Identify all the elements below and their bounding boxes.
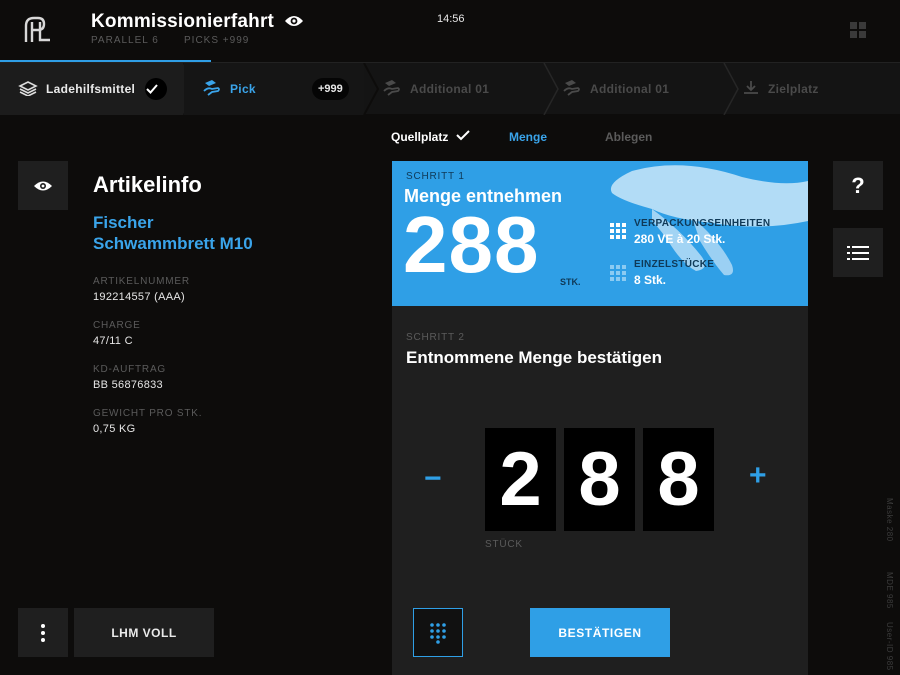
quantity-digit[interactable]: 8 bbox=[643, 428, 714, 531]
step2-title: Entnommene Menge bestätigen bbox=[406, 348, 662, 367]
grid-icon bbox=[610, 265, 626, 281]
page-title: Kommissionierfahrt bbox=[91, 11, 275, 32]
step-additional-1[interactable]: Additional 01 bbox=[364, 63, 544, 115]
keypad-icon bbox=[430, 622, 446, 644]
step2-label: SCHRITT 2 bbox=[406, 332, 465, 343]
field-value-charge: 47/11 C bbox=[93, 335, 133, 347]
eye-icon[interactable] bbox=[284, 13, 304, 29]
user-id-info: User-ID 985 bbox=[885, 622, 894, 671]
step-zielplatz[interactable]: Zielplatz bbox=[724, 63, 900, 115]
ve-label: VERPACKUNGSEINHEITEN bbox=[634, 218, 771, 229]
check-icon bbox=[145, 78, 168, 100]
lhm-voll-button[interactable]: LHM VOLL bbox=[74, 608, 214, 657]
logo-icon bbox=[20, 12, 56, 48]
quantity-digit[interactable]: 2 bbox=[485, 428, 556, 531]
download-icon bbox=[742, 80, 768, 99]
picks-count: PICKS +999 bbox=[184, 35, 250, 46]
grid-icon bbox=[610, 223, 626, 239]
clock: 14:56 bbox=[437, 13, 465, 25]
more-options-button[interactable] bbox=[18, 608, 68, 657]
tab-ablegen[interactable]: Ablegen bbox=[605, 130, 652, 144]
keypad-button[interactable] bbox=[413, 608, 463, 657]
grid-icon[interactable] bbox=[850, 22, 866, 38]
list-icon bbox=[847, 245, 869, 260]
field-label-charge: CHARGE bbox=[93, 320, 141, 331]
step-additional-2[interactable]: Additional 01 bbox=[544, 63, 724, 115]
step1-unit: STK. bbox=[560, 277, 581, 287]
quantity-digit[interactable]: 8 bbox=[564, 428, 635, 531]
check-icon bbox=[455, 130, 470, 141]
es-label: EINZELSTÜCKE bbox=[634, 259, 715, 270]
step-ladehilfsmittel[interactable]: Ladehilfsmittel bbox=[0, 63, 184, 115]
article-heading: Artikelinfo bbox=[93, 172, 202, 197]
help-button[interactable]: ? bbox=[833, 161, 883, 210]
step-ladehilfsmittel-label: Ladehilfsmittel bbox=[46, 82, 136, 96]
mde-info: MDE 985 bbox=[885, 572, 894, 609]
confirm-button[interactable]: BESTÄTIGEN bbox=[530, 608, 670, 657]
list-button[interactable] bbox=[833, 228, 883, 277]
article-name-line2: Schwammbrett M10 bbox=[93, 234, 253, 253]
quantity-unit: STÜCK bbox=[485, 539, 523, 550]
es-value: 8 Stk. bbox=[634, 273, 667, 287]
box-stack-icon bbox=[18, 80, 46, 99]
step-bar: Ladehilfsmittel Pick +999 Additional 01 … bbox=[0, 62, 900, 115]
field-value-kd-auftrag: BB 56876833 bbox=[93, 379, 163, 391]
field-label-kd-auftrag: KD-AUFTRAG bbox=[93, 364, 166, 375]
step1-quantity: 288 bbox=[403, 200, 540, 289]
field-label-artikelnummer: ARTIKELNUMMER bbox=[93, 276, 190, 287]
eye-icon bbox=[34, 181, 52, 190]
dots-vertical-icon bbox=[41, 623, 45, 642]
field-label-gewicht: GEWICHT PRO STK. bbox=[93, 408, 203, 419]
hand-pick-icon bbox=[202, 79, 230, 100]
field-value-artikelnummer: 192214557 (AAA) bbox=[93, 291, 185, 303]
step-pick-label: Pick bbox=[230, 82, 256, 96]
hand-pick-icon bbox=[382, 79, 410, 100]
parallel-count: PARALLEL 6 bbox=[91, 35, 159, 46]
hand-pick-icon bbox=[562, 79, 590, 100]
tab-menge[interactable]: Menge bbox=[509, 130, 547, 144]
article-name-line1: Fischer bbox=[93, 213, 154, 232]
tab-quellplatz-label: Quellplatz bbox=[391, 130, 449, 144]
pick-count-badge: +999 bbox=[312, 78, 349, 100]
step1-label: SCHRITT 1 bbox=[406, 171, 465, 182]
field-value-gewicht: 0,75 KG bbox=[93, 423, 136, 435]
step-additional-1-label: Additional 01 bbox=[410, 82, 490, 96]
step-additional-2-label: Additional 01 bbox=[590, 82, 670, 96]
view-article-button[interactable] bbox=[18, 161, 68, 210]
increment-button[interactable]: + bbox=[749, 459, 767, 493]
ve-value: 280 VE à 20 Stk. bbox=[634, 232, 726, 246]
maske-info: Maske 280 bbox=[885, 498, 894, 542]
tab-quellplatz[interactable]: Quellplatz bbox=[391, 130, 470, 144]
step-zielplatz-label: Zielplatz bbox=[768, 82, 819, 96]
decrement-button[interactable]: − bbox=[424, 462, 442, 496]
